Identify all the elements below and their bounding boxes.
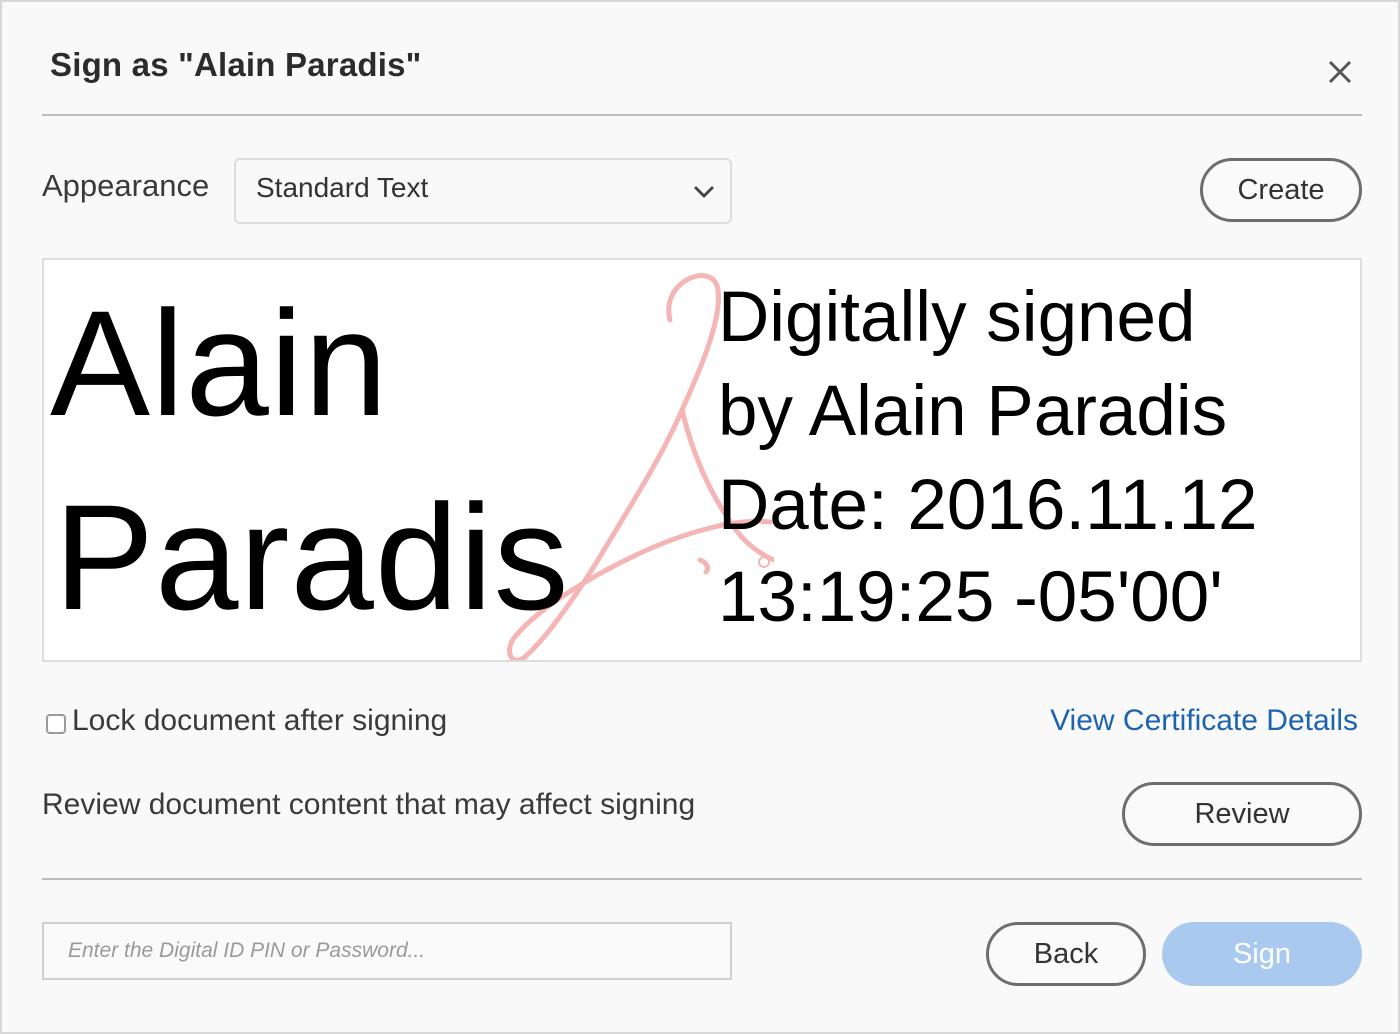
appearance-selected-value: Standard Text bbox=[256, 172, 429, 203]
lock-document-checkbox[interactable] bbox=[46, 714, 66, 734]
appearance-label: Appearance bbox=[42, 168, 210, 203]
signature-preview: Alain Paradis Digitally signed by Alain … bbox=[42, 258, 1362, 662]
signature-info-line3: Date: 2016.11.12 bbox=[718, 466, 1258, 545]
back-button[interactable]: Back bbox=[986, 922, 1146, 986]
sign-button[interactable]: Sign bbox=[1162, 922, 1362, 986]
lock-document-option[interactable]: Lock document after signing bbox=[46, 704, 447, 738]
signature-info-line1: Digitally signed bbox=[718, 278, 1196, 357]
close-button[interactable] bbox=[1320, 52, 1360, 92]
signature-info-line2: by Alain Paradis bbox=[718, 372, 1228, 451]
lock-document-label: Lock document after signing bbox=[72, 704, 448, 737]
create-button[interactable]: Create bbox=[1200, 158, 1362, 222]
signature-name-line1: Alain bbox=[50, 279, 389, 447]
sign-dialog: Sign as "Alain Paradis" Appearance Stand… bbox=[0, 0, 1400, 1034]
dialog-title: Sign as "Alain Paradis" bbox=[50, 46, 422, 83]
review-content-text: Review document content that may affect … bbox=[42, 788, 696, 821]
appearance-dropdown[interactable]: Standard Text bbox=[234, 158, 732, 224]
close-icon bbox=[1328, 60, 1352, 84]
review-button[interactable]: Review bbox=[1122, 782, 1362, 846]
signature-name-line2: Paradis bbox=[54, 473, 570, 641]
chevron-down-icon bbox=[694, 186, 714, 198]
view-certificate-details-link[interactable]: View Certificate Details bbox=[1050, 704, 1358, 738]
signature-info-line4: 13:19:25 -05'00' bbox=[718, 558, 1223, 637]
footer-divider bbox=[42, 878, 1362, 880]
pin-password-input[interactable] bbox=[42, 922, 732, 980]
header-divider bbox=[42, 114, 1362, 116]
